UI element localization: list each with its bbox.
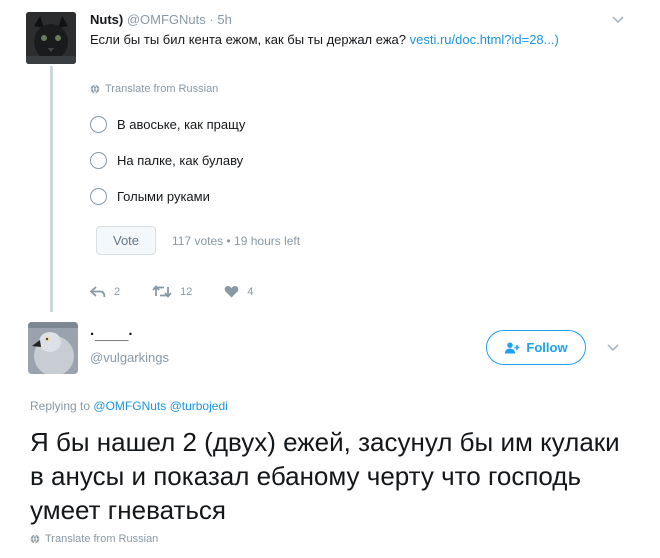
- heart-icon: [225, 286, 239, 298]
- vote-button[interactable]: Vote: [96, 226, 156, 255]
- translate-button[interactable]: Translate from Russian: [30, 533, 158, 545]
- retweet-icon: [152, 285, 172, 298]
- tweet-link[interactable]: vesti.ru/doc.html?id=28...): [410, 32, 559, 47]
- chevron-down-icon[interactable]: [611, 12, 625, 24]
- like-count: 4: [247, 285, 254, 298]
- retweet-button[interactable]: 12: [152, 285, 192, 298]
- translate-button[interactable]: Translate from Russian: [90, 83, 218, 95]
- poll-option[interactable]: В авоське, как пращу: [90, 116, 245, 133]
- tweet-text: Если бы ты бил кента ежом, как бы ты дер…: [90, 31, 590, 48]
- retweet-count: 12: [180, 285, 193, 298]
- tweet-header: Nuts) @OMFGNuts · 5h: [90, 12, 232, 27]
- tweet-text-body: Если бы ты бил кента ежом, как бы ты дер…: [90, 32, 410, 47]
- poll-votes: 117 votes: [172, 234, 224, 248]
- author-name[interactable]: ·____·: [90, 326, 133, 343]
- radio-button[interactable]: [90, 152, 107, 169]
- separator: ·: [209, 12, 214, 27]
- globe-icon: [30, 534, 40, 544]
- follow-button[interactable]: Follow: [486, 330, 586, 365]
- translate-label: Translate from Russian: [45, 533, 159, 545]
- reply-count: 2: [114, 285, 121, 298]
- thread-line: [50, 66, 53, 312]
- replying-to-label: Replying to: [30, 399, 91, 413]
- globe-icon: [90, 84, 100, 94]
- poll-option-label: В авоське, как пращу: [117, 117, 246, 132]
- reply-button[interactable]: 2: [90, 286, 120, 298]
- translate-label: Translate from Russian: [105, 83, 219, 95]
- radio-button[interactable]: [90, 188, 107, 205]
- author-handle[interactable]: @OMFGNuts: [127, 12, 206, 27]
- poll-option-label: На палке, как булаву: [117, 153, 244, 168]
- poll-meta: 117 votes • 19 hours left: [172, 234, 300, 248]
- tweet-time[interactable]: 5h: [217, 12, 231, 27]
- radio-button[interactable]: [90, 116, 107, 133]
- separator: •: [226, 234, 231, 248]
- chevron-down-icon[interactable]: [606, 340, 620, 352]
- poll-option-label: Голыми руками: [117, 189, 210, 204]
- poll-option[interactable]: На палке, как булаву: [90, 152, 243, 169]
- author-handle[interactable]: @vulgarkings: [90, 350, 169, 365]
- poll-option[interactable]: Голыми руками: [90, 188, 210, 205]
- tweet-text: Я бы нашел 2 (двух) ежей, засунул бы им …: [30, 427, 620, 525]
- poll-time-left: 19 hours left: [234, 234, 301, 248]
- like-button[interactable]: 4: [224, 285, 254, 298]
- replying-to: Replying to @OMFGNuts @turbojedi: [30, 399, 228, 413]
- reply-icon: [90, 285, 106, 297]
- tweet-actions: 2 12 4: [90, 285, 286, 298]
- author-avatar[interactable]: [28, 322, 78, 374]
- replying-to-users[interactable]: @OMFGNuts @turbojedi: [93, 399, 227, 413]
- author-avatar[interactable]: [26, 12, 76, 64]
- add-user-icon: [505, 342, 520, 353]
- follow-label: Follow: [526, 340, 568, 355]
- author-name[interactable]: Nuts): [90, 12, 123, 27]
